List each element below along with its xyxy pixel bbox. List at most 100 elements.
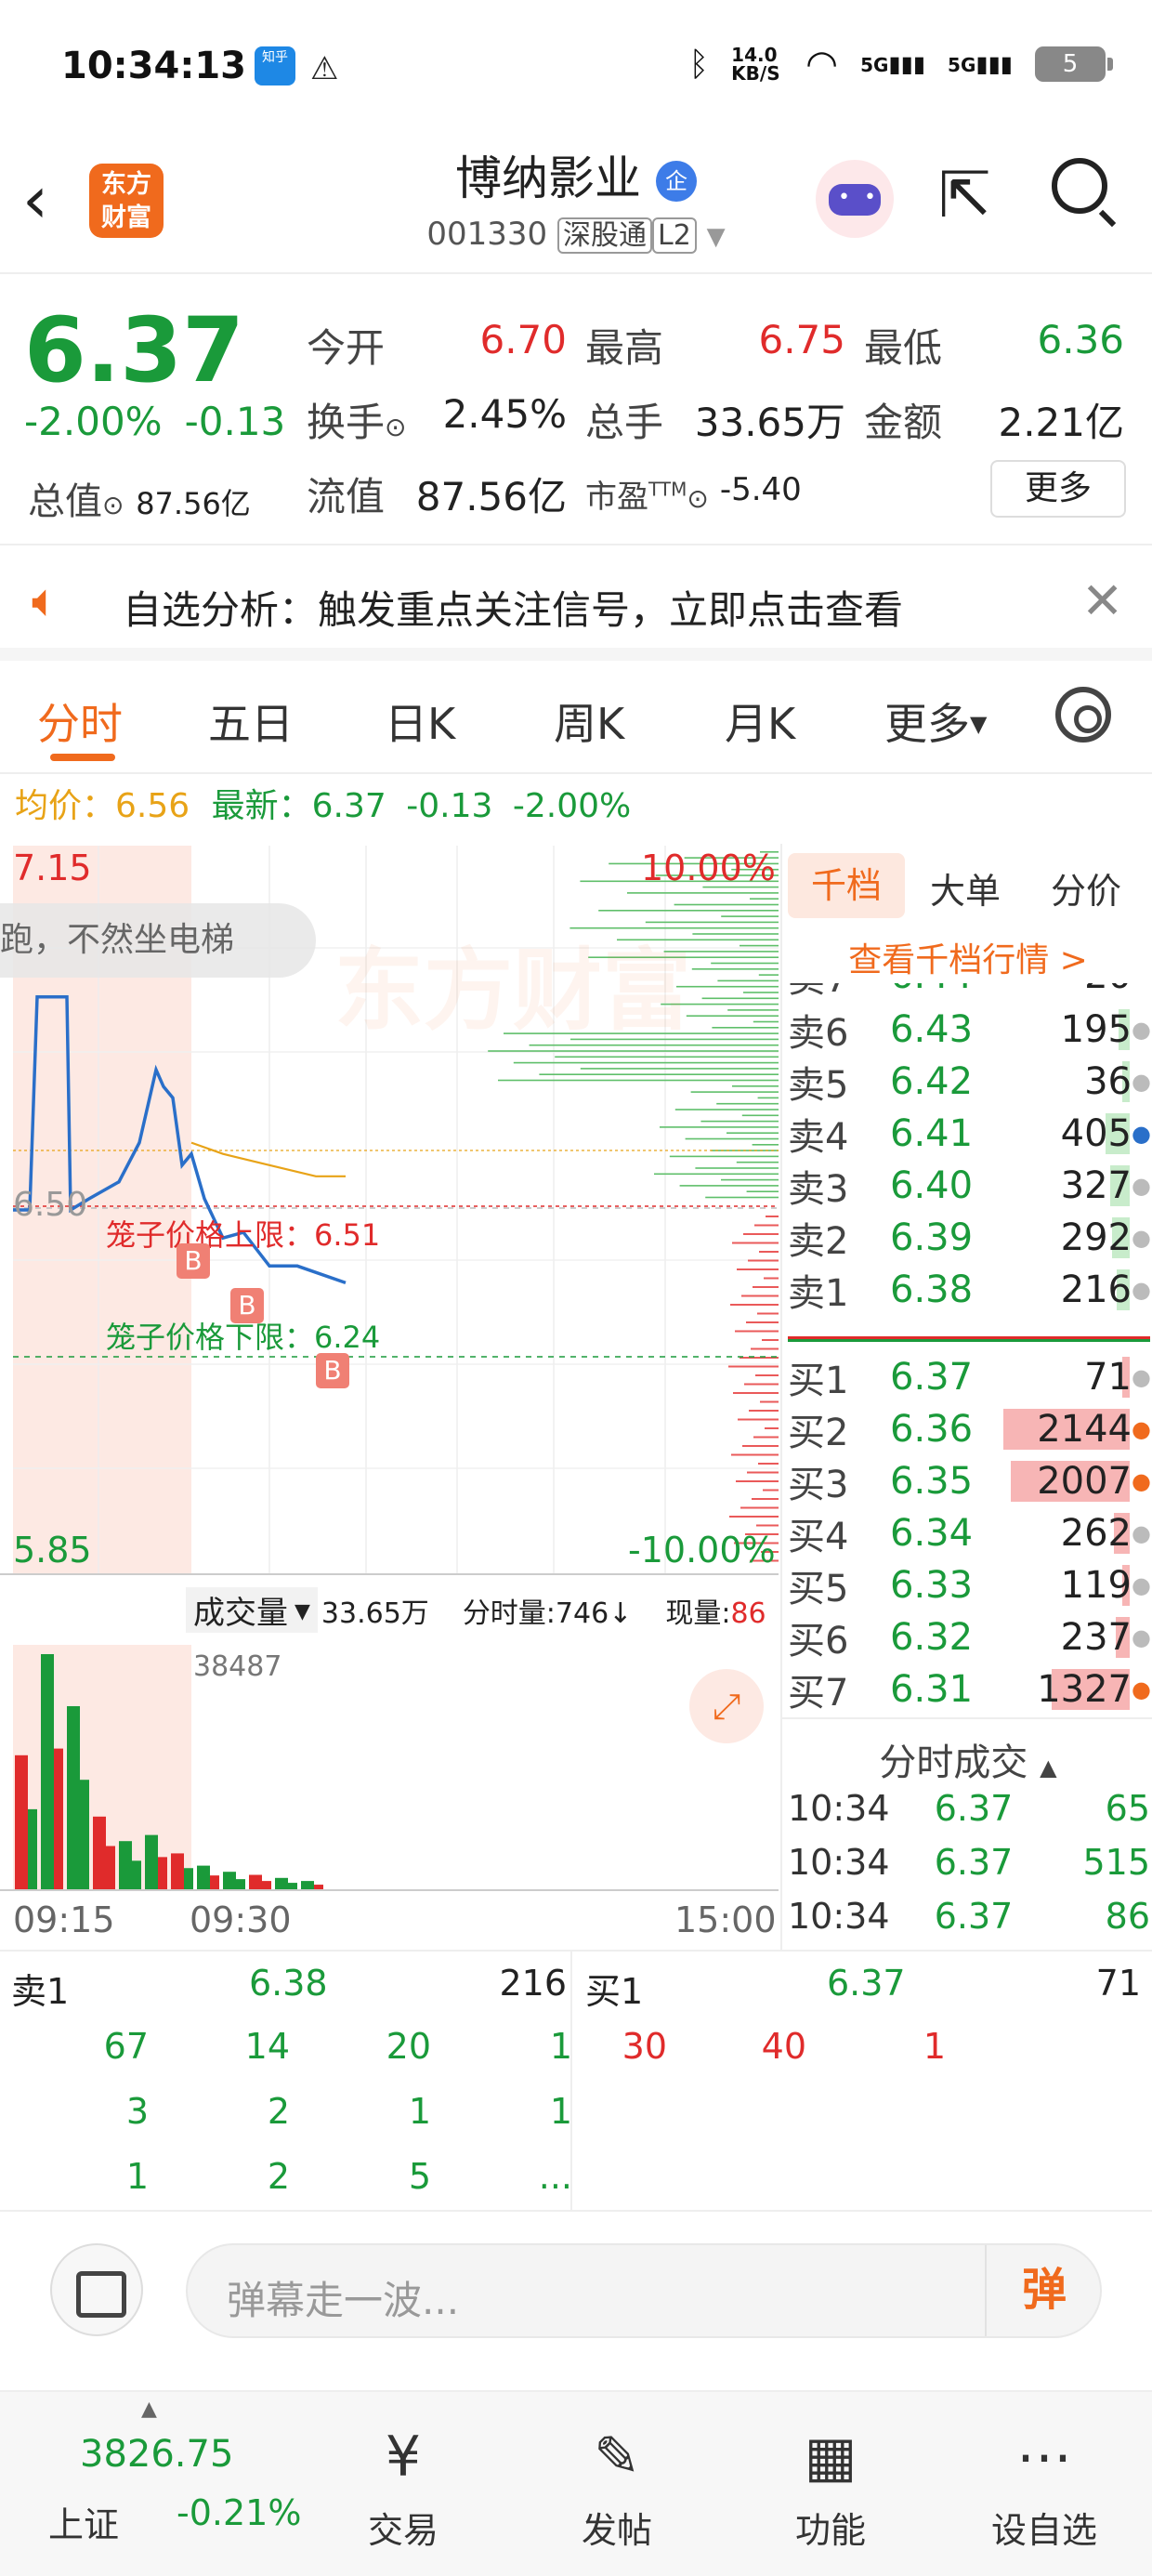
depth-bar-bid bbox=[732, 1242, 779, 1244]
tab-monthly-k[interactable]: 月K bbox=[725, 690, 795, 752]
ask-row[interactable]: 卖5 6.42 36 ● bbox=[788, 1056, 1151, 1108]
tab-five-day[interactable]: 五日 bbox=[208, 690, 294, 752]
ticks-header[interactable]: 分时成交 ▲ bbox=[782, 1732, 1152, 1786]
volume-selector[interactable]: 成交量 ▼ bbox=[186, 1587, 318, 1633]
bid-row[interactable]: 买6 6.32 237 ● bbox=[788, 1611, 1151, 1663]
nav-functions[interactable]: ▦ 功能 bbox=[738, 2420, 923, 2553]
bid-row[interactable]: 买1 6.37 71 ● bbox=[788, 1351, 1151, 1403]
depth-bar-ask bbox=[627, 892, 779, 894]
more-button[interactable]: 更多 bbox=[990, 460, 1126, 518]
info-icon: ⊙ bbox=[102, 490, 124, 520]
status-time: 10:34:13 bbox=[61, 45, 246, 87]
index-name[interactable]: 上证 bbox=[48, 2496, 119, 2547]
depth-bar-ask bbox=[740, 944, 779, 947]
close-icon[interactable]: ✕ bbox=[1081, 572, 1123, 630]
book-level-price: 6.37 bbox=[890, 1356, 974, 1399]
nav-watchlist[interactable]: ⋯ 设自选 bbox=[951, 2420, 1137, 2553]
ask-queue-cell: 1 bbox=[408, 2091, 431, 2132]
stock-header: ‹ 东方财富 博纳影业 企 001330 深股通L2 ▼ ⇱ bbox=[0, 130, 1152, 274]
nav-post[interactable]: ✎ 发帖 bbox=[524, 2420, 710, 2553]
expand-icon[interactable]: ⤢ bbox=[689, 1669, 764, 1743]
danmaku-input[interactable]: 弹幕走一波... 弹 bbox=[186, 2243, 1102, 2338]
change-pct: -2.00% bbox=[24, 399, 163, 444]
depth-link[interactable]: 查看千档行情 > bbox=[782, 933, 1152, 981]
book-level-name: 买5 bbox=[788, 1568, 849, 1610]
book-level-volume: 237 bbox=[1060, 1616, 1132, 1659]
index-value[interactable]: 3826.75 bbox=[80, 2433, 233, 2476]
book-level-price: 6.36 bbox=[890, 1408, 974, 1451]
volume-bar bbox=[301, 1881, 314, 1890]
depth-bar-bid bbox=[741, 1295, 779, 1297]
book-level-volume: 71 bbox=[1084, 1356, 1132, 1399]
tab-depth[interactable]: 千档 bbox=[788, 853, 905, 918]
tab-daily-k[interactable]: 日K bbox=[385, 690, 455, 752]
book-level-dot: ● bbox=[1132, 1468, 1151, 1494]
bid-row[interactable]: 买3 6.35 2007 ● bbox=[788, 1455, 1151, 1507]
ask-row[interactable]: 卖2 6.39 292 ● bbox=[788, 1212, 1151, 1264]
speaker-icon: 🔈︎ bbox=[32, 573, 59, 627]
index-change[interactable]: -0.21% bbox=[177, 2492, 301, 2533]
tab-big-order[interactable]: 大单 bbox=[907, 862, 1024, 913]
depth-bar-ask bbox=[539, 1073, 779, 1075]
dropdown-icon[interactable]: ▼ bbox=[707, 223, 726, 251]
latest-value: 6.37 bbox=[311, 787, 386, 825]
volume-bar bbox=[210, 1875, 219, 1890]
ask-row[interactable]: 卖1 6.38 216 ● bbox=[788, 1264, 1151, 1316]
ask-row[interactable]: 卖3 6.40 327 ● bbox=[788, 1160, 1151, 1212]
ticks-divider bbox=[782, 1717, 1152, 1719]
share-icon[interactable]: ⇱ bbox=[938, 164, 991, 229]
depth-bar-bid bbox=[763, 1489, 779, 1492]
volume-now-group: 现量:86 bbox=[665, 1597, 766, 1630]
bid-row[interactable]: 买2 6.36 2144 ● bbox=[788, 1403, 1151, 1455]
book-level-dot: ● bbox=[1132, 1364, 1151, 1390]
depth-bar-bid bbox=[738, 1418, 779, 1421]
volume-bar bbox=[28, 1808, 37, 1890]
analysis-alert[interactable]: 🔈︎ 自选分析：触发重点关注信号，立即点击查看 ✕ bbox=[0, 547, 1152, 661]
depth-bar-bid bbox=[749, 1410, 779, 1412]
tab-weekly-k[interactable]: 周K bbox=[554, 690, 624, 752]
buy-marker-3[interactable]: B bbox=[316, 1353, 349, 1388]
alert-text[interactable]: 自选分析：触发重点关注信号，立即点击查看 bbox=[123, 579, 903, 636]
tab-intraday[interactable]: 分时 bbox=[37, 690, 123, 752]
intraday-chart[interactable]: 7.15 10.00% 跑，不然坐电梯 6.50 笼子价格上限：6.51 笼子价… bbox=[0, 844, 780, 1950]
ask-queue-cell: 14 bbox=[244, 2026, 290, 2067]
battery-icon: 5 bbox=[1035, 46, 1113, 82]
bid-queue-cell: 40 bbox=[761, 2026, 806, 2067]
depth-bar-ask bbox=[705, 1196, 779, 1199]
volume-bar bbox=[158, 1857, 167, 1890]
depth-bar-bid bbox=[730, 1304, 779, 1306]
danmaku-bubble[interactable]: 跑，不然坐电梯 bbox=[0, 903, 316, 978]
search-icon[interactable] bbox=[1052, 158, 1107, 214]
volume-bar bbox=[67, 1706, 80, 1890]
book-level-price: 6.39 bbox=[890, 1216, 974, 1259]
tab-price-dist[interactable]: 分价 bbox=[1028, 862, 1145, 913]
nav-trade[interactable]: ¥ 交易 bbox=[310, 2420, 496, 2553]
ask-queue: 卖1 6.38 216 67 14 20 1 3 2 1 1 1 2 5... bbox=[0, 1952, 572, 2212]
book-divider bbox=[788, 1336, 1150, 1342]
volume-bar bbox=[236, 1879, 245, 1890]
turnover-label: 换手⊙ bbox=[307, 399, 407, 445]
ai-assistant-icon[interactable] bbox=[816, 160, 894, 238]
yuan-cycle-icon: ¥ bbox=[385, 2425, 422, 2490]
float-label: 流值 bbox=[307, 473, 386, 519]
bid-row[interactable]: 买7 6.31 1327 ● bbox=[788, 1663, 1151, 1715]
tick-row: 10:34 6.37 65 bbox=[788, 1788, 1150, 1829]
volume-bar bbox=[41, 1654, 54, 1890]
danmaku-send-button[interactable]: 弹 bbox=[985, 2245, 1102, 2336]
bid-row[interactable]: 买4 6.34 262 ● bbox=[788, 1507, 1151, 1559]
depth-bar-bid bbox=[747, 1471, 779, 1474]
gear-icon[interactable] bbox=[1055, 687, 1111, 743]
tick-row: 10:34 6.37 515 bbox=[788, 1842, 1150, 1883]
bid-row[interactable]: 买5 6.33 119 ● bbox=[788, 1559, 1151, 1611]
depth-bar-ask bbox=[700, 1120, 779, 1123]
depth-bar-ask bbox=[686, 1015, 779, 1017]
buy-marker-1[interactable]: B bbox=[177, 1243, 210, 1279]
comment-bar: 弹幕走一波... 弹 bbox=[0, 2212, 1152, 2388]
tab-more[interactable]: 更多▼ bbox=[884, 690, 987, 752]
buy-marker-2[interactable]: B bbox=[230, 1288, 264, 1323]
market-value[interactable]: 总值⊙ 87.56亿 bbox=[28, 471, 251, 525]
note-settings-icon[interactable] bbox=[50, 2243, 143, 2336]
depth-bar-bid bbox=[746, 1321, 779, 1323]
ask-row[interactable]: 卖6 6.43 195 ● bbox=[788, 1004, 1151, 1056]
ask-row[interactable]: 卖4 6.41 405 ● bbox=[788, 1108, 1151, 1160]
